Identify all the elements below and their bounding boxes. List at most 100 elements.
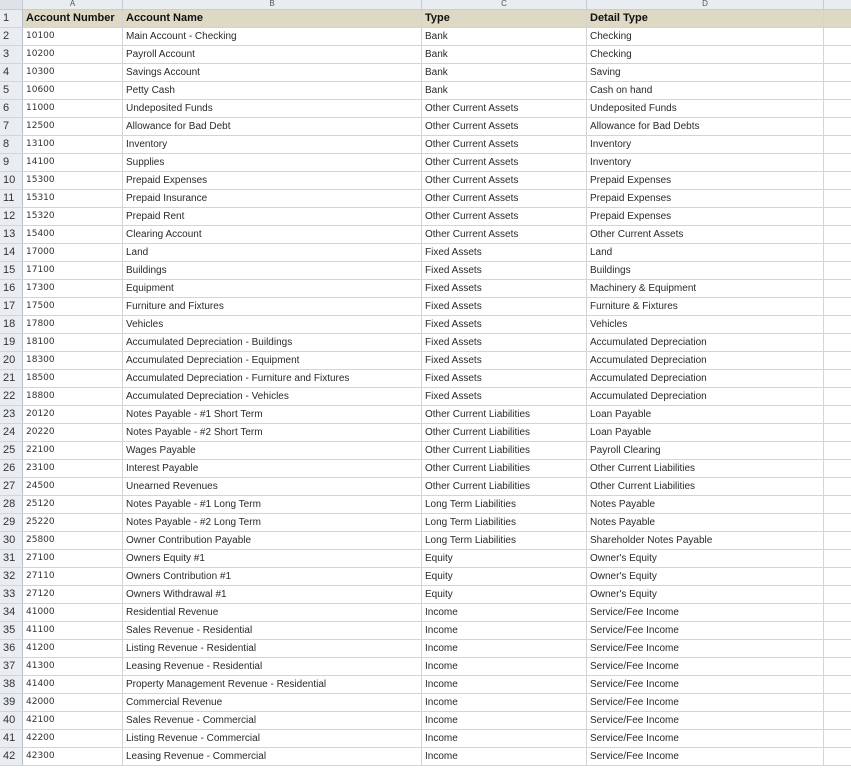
cell-type[interactable]: Fixed Assets — [422, 352, 587, 369]
column-header-a[interactable]: A — [23, 0, 123, 9]
row-number[interactable]: 9 — [0, 154, 23, 171]
cell-detail-type[interactable]: Service/Fee Income — [587, 694, 824, 711]
cell-type[interactable]: Other Current Assets — [422, 118, 587, 135]
cell-account-number[interactable]: 17500 — [23, 298, 123, 315]
cell-type[interactable]: Bank — [422, 28, 587, 45]
cell-account-number[interactable]: 27100 — [23, 550, 123, 567]
cell-detail-type[interactable]: Vehicles — [587, 316, 824, 333]
cell-account-number[interactable]: 42000 — [23, 694, 123, 711]
cell-detail-type[interactable]: Furniture & Fixtures — [587, 298, 824, 315]
row-number[interactable]: 34 — [0, 604, 23, 621]
cell-empty[interactable] — [824, 442, 851, 459]
cell-empty[interactable] — [824, 712, 851, 729]
cell-account-number[interactable]: 17800 — [23, 316, 123, 333]
cell-empty[interactable] — [824, 658, 851, 675]
cell-account-number[interactable]: 13100 — [23, 136, 123, 153]
cell-detail-type[interactable]: Prepaid Expenses — [587, 172, 824, 189]
cell-empty[interactable] — [824, 154, 851, 171]
cell-account-name[interactable]: Owners Withdrawal #1 — [123, 586, 422, 603]
cell-type[interactable]: Other Current Assets — [422, 154, 587, 171]
row-number[interactable]: 17 — [0, 298, 23, 315]
cell-empty[interactable] — [824, 316, 851, 333]
cell-account-number[interactable]: 12500 — [23, 118, 123, 135]
cell-empty[interactable] — [824, 208, 851, 225]
cell-account-name[interactable]: Prepaid Expenses — [123, 172, 422, 189]
row-number[interactable]: 27 — [0, 478, 23, 495]
cell-empty[interactable] — [824, 100, 851, 117]
cell-account-name[interactable]: Owner Contribution Payable — [123, 532, 422, 549]
row-number[interactable]: 25 — [0, 442, 23, 459]
cell-detail-type[interactable]: Land — [587, 244, 824, 261]
cell-account-name[interactable]: Property Management Revenue - Residentia… — [123, 676, 422, 693]
row-number[interactable]: 4 — [0, 64, 23, 81]
row-number[interactable]: 14 — [0, 244, 23, 261]
cell-account-number[interactable]: 10200 — [23, 46, 123, 63]
cell-account-number[interactable]: 11000 — [23, 100, 123, 117]
cell-type[interactable]: Other Current Assets — [422, 100, 587, 117]
row-number[interactable]: 37 — [0, 658, 23, 675]
column-header-d[interactable]: D — [587, 0, 824, 9]
row-number[interactable]: 30 — [0, 532, 23, 549]
row-number[interactable]: 19 — [0, 334, 23, 351]
cell-empty[interactable] — [824, 532, 851, 549]
cell-account-number[interactable]: 42100 — [23, 712, 123, 729]
cell-empty[interactable] — [824, 28, 851, 45]
cell-account-name[interactable]: Sales Revenue - Commercial — [123, 712, 422, 729]
cell-detail-type[interactable]: Loan Payable — [587, 406, 824, 423]
cell-account-name[interactable]: Accumulated Depreciation - Equipment — [123, 352, 422, 369]
cell-account-name[interactable]: Accumulated Depreciation - Furniture and… — [123, 370, 422, 387]
cell-empty[interactable] — [824, 568, 851, 585]
cell-account-name[interactable]: Owners Contribution #1 — [123, 568, 422, 585]
cell-type[interactable]: Other Current Liabilities — [422, 424, 587, 441]
cell-empty[interactable] — [824, 550, 851, 567]
row-number[interactable]: 35 — [0, 622, 23, 639]
cell-detail-type[interactable]: Service/Fee Income — [587, 712, 824, 729]
cell-account-name[interactable]: Savings Account — [123, 64, 422, 81]
cell-empty[interactable] — [824, 478, 851, 495]
cell-detail-type[interactable]: Service/Fee Income — [587, 658, 824, 675]
cell-detail-type[interactable]: Cash on hand — [587, 82, 824, 99]
cell-type[interactable]: Fixed Assets — [422, 244, 587, 261]
cell-detail-type[interactable]: Buildings — [587, 262, 824, 279]
cell-empty[interactable] — [824, 370, 851, 387]
row-number[interactable]: 41 — [0, 730, 23, 747]
row-number[interactable]: 8 — [0, 136, 23, 153]
column-header-c[interactable]: C — [422, 0, 587, 9]
cell-type[interactable]: Income — [422, 694, 587, 711]
cell-account-name[interactable]: Prepaid Insurance — [123, 190, 422, 207]
cell-account-name[interactable]: Notes Payable - #2 Short Term — [123, 424, 422, 441]
cell-empty[interactable] — [824, 352, 851, 369]
row-number[interactable]: 20 — [0, 352, 23, 369]
cell-empty[interactable] — [824, 676, 851, 693]
cell-account-name[interactable]: Unearned Revenues — [123, 478, 422, 495]
cell-type[interactable]: Equity — [422, 568, 587, 585]
cell-detail-type[interactable]: Other Current Assets — [587, 226, 824, 243]
cell-empty[interactable] — [824, 190, 851, 207]
cell-type[interactable]: Bank — [422, 46, 587, 63]
row-number[interactable]: 32 — [0, 568, 23, 585]
cell-account-number[interactable]: 17000 — [23, 244, 123, 261]
cell-empty[interactable] — [824, 172, 851, 189]
cell-detail-type[interactable]: Accumulated Depreciation — [587, 370, 824, 387]
header-cell-account-number[interactable]: Account Number — [23, 10, 123, 27]
cell-detail-type[interactable]: Shareholder Notes Payable — [587, 532, 824, 549]
cell-account-name[interactable]: Undeposited Funds — [123, 100, 422, 117]
cell-account-name[interactable]: Buildings — [123, 262, 422, 279]
row-number[interactable]: 38 — [0, 676, 23, 693]
cell-type[interactable]: Long Term Liabilities — [422, 496, 587, 513]
cell-account-name[interactable]: Sales Revenue - Residential — [123, 622, 422, 639]
cell-account-number[interactable]: 25800 — [23, 532, 123, 549]
cell-account-name[interactable]: Prepaid Rent — [123, 208, 422, 225]
row-number[interactable]: 22 — [0, 388, 23, 405]
cell-account-number[interactable]: 15300 — [23, 172, 123, 189]
cell-empty[interactable] — [824, 640, 851, 657]
cell-type[interactable]: Fixed Assets — [422, 334, 587, 351]
cell-account-number[interactable]: 18300 — [23, 352, 123, 369]
cell-account-name[interactable]: Leasing Revenue - Commercial — [123, 748, 422, 765]
cell-empty[interactable] — [824, 514, 851, 531]
cell-detail-type[interactable]: Service/Fee Income — [587, 676, 824, 693]
cell-detail-type[interactable]: Accumulated Depreciation — [587, 334, 824, 351]
cell-empty[interactable] — [824, 496, 851, 513]
cell-account-number[interactable]: 25120 — [23, 496, 123, 513]
cell-detail-type[interactable]: Service/Fee Income — [587, 640, 824, 657]
